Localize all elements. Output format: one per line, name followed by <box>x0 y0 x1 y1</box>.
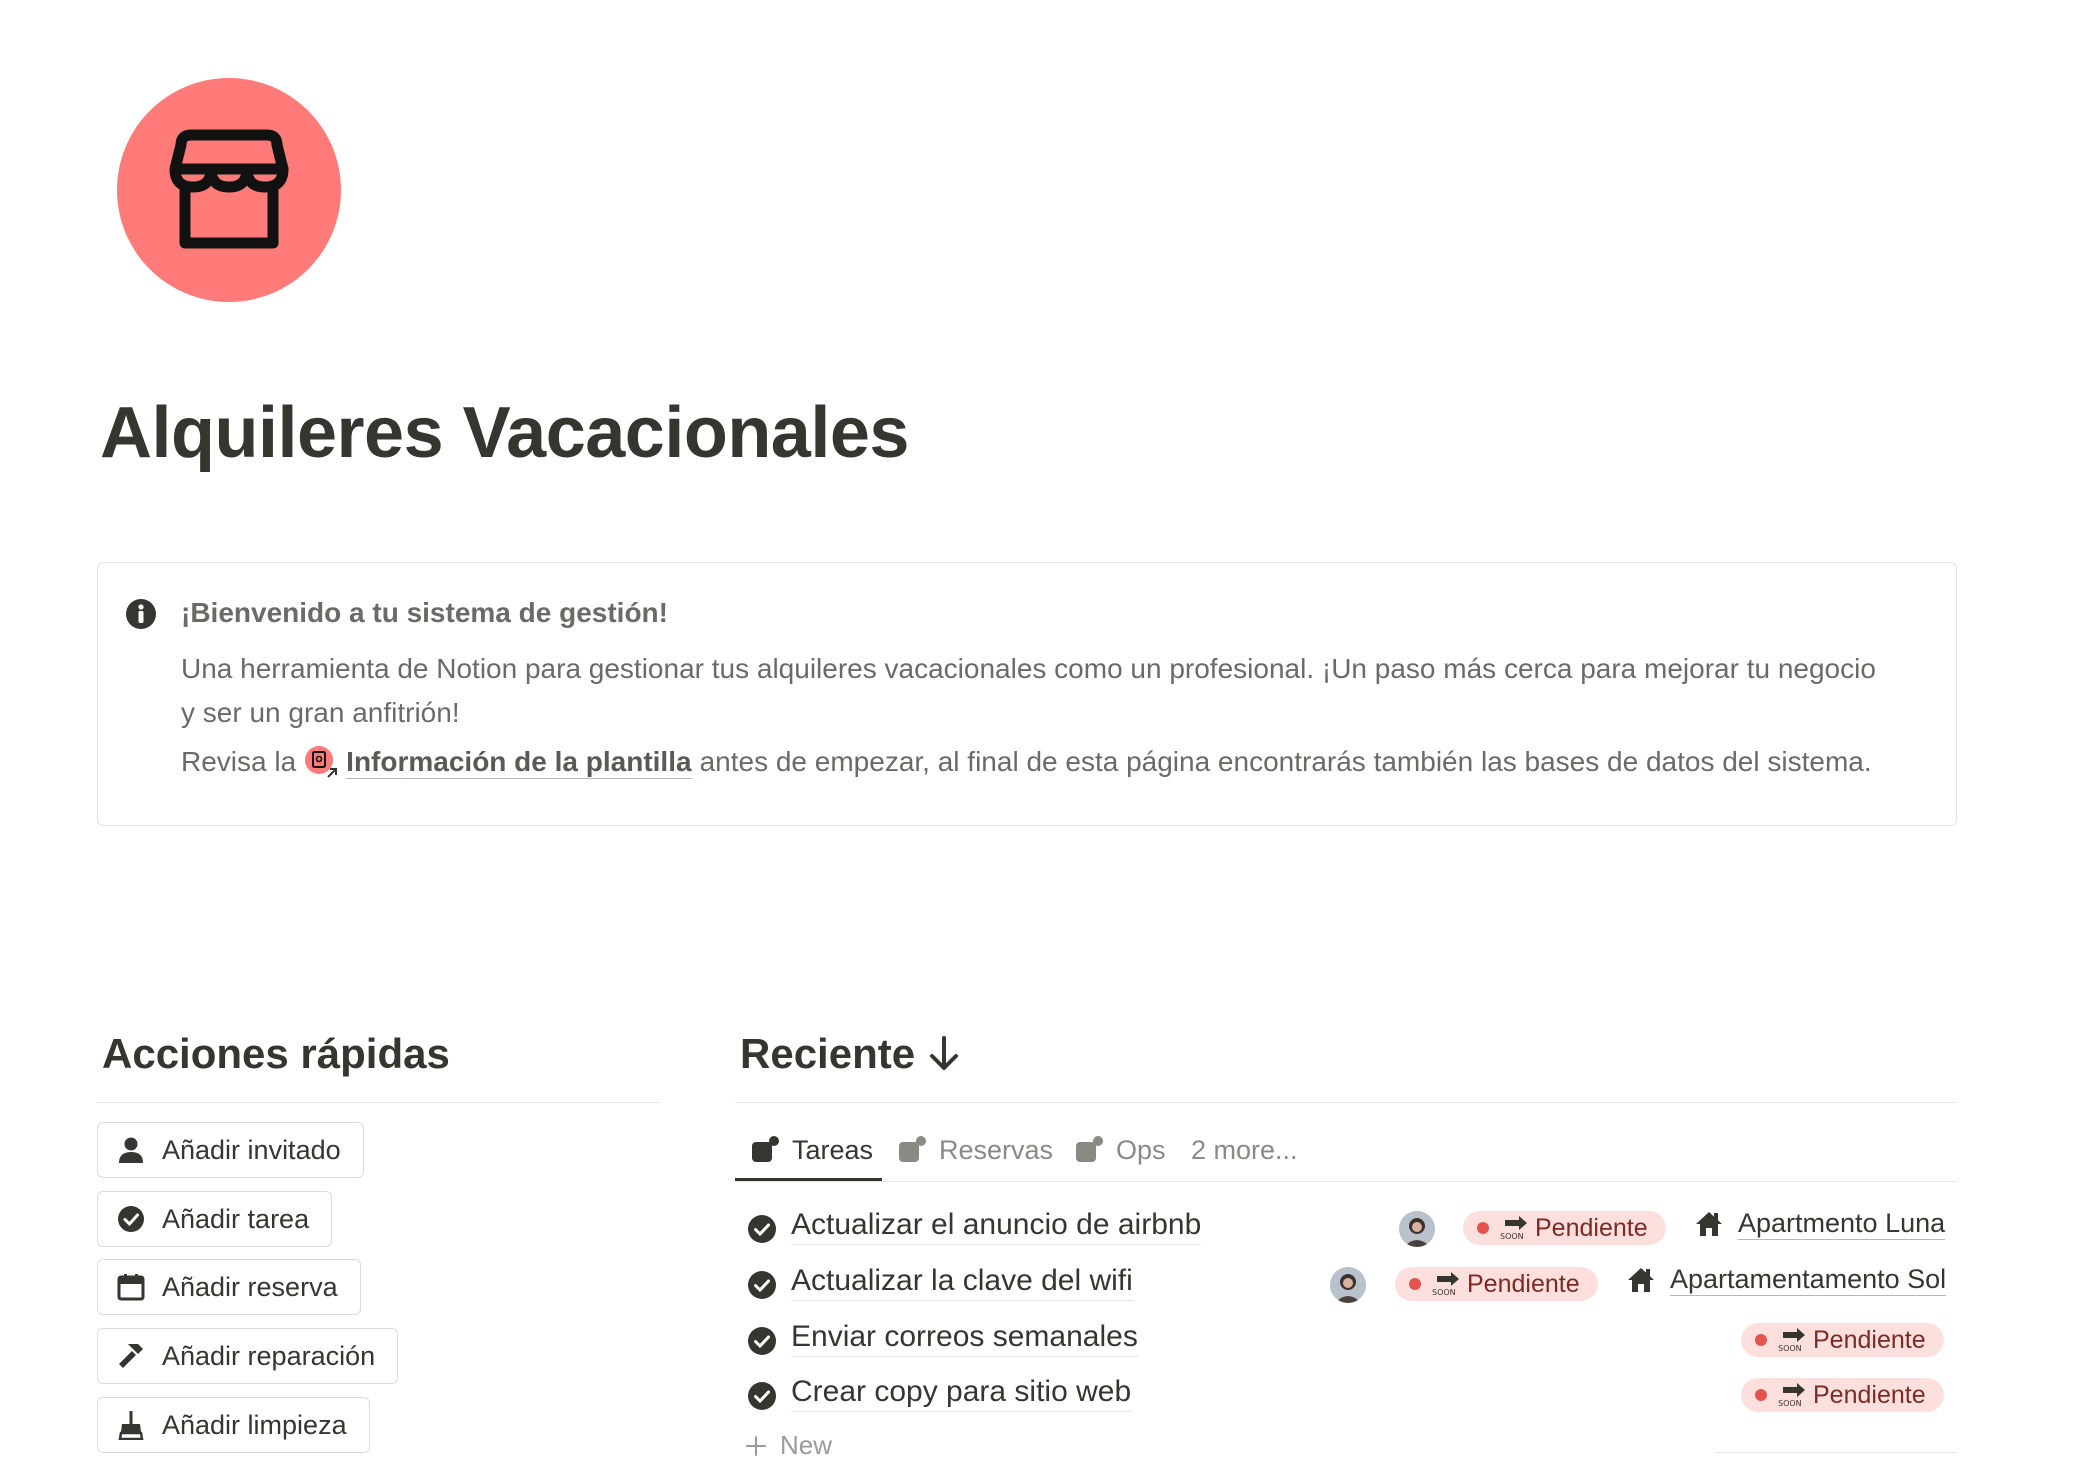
quick-actions-heading: Acciones rápidas <box>102 1030 450 1077</box>
check-circle-icon <box>748 1271 776 1299</box>
database-view-icon <box>897 1135 927 1165</box>
tab-tareas[interactable]: Tareas <box>750 1130 873 1170</box>
property-label: Apartamentamento Sol <box>1670 1264 1947 1296</box>
welcome-callout: ¡Bienvenido a tu sistema de gestión! Una… <box>97 562 1957 826</box>
house-icon <box>1696 1212 1722 1236</box>
add-guest-label: Añadir invitado <box>162 1134 341 1165</box>
tab-ops-label: Ops <box>1116 1134 1166 1165</box>
info-icon <box>126 599 156 629</box>
status-label: Pendiente <box>1813 1380 1926 1409</box>
add-repair-label: Añadir reparación <box>162 1340 376 1371</box>
new-row-label: New <box>780 1430 833 1460</box>
callout-note-suffix: antes de empezar, al final de esta págin… <box>699 746 1872 777</box>
table-footer-divider <box>1715 1452 1957 1453</box>
new-row-button[interactable]: New <box>744 1430 832 1461</box>
check-circle-icon <box>748 1327 776 1355</box>
quick-actions-divider <box>97 1102 659 1103</box>
page-title: Alquileres Vacacionales <box>100 393 909 473</box>
database-view-icon <box>750 1135 780 1165</box>
avatar <box>1330 1267 1366 1303</box>
task-title[interactable]: Actualizar el anuncio de airbnb <box>791 1208 1202 1245</box>
callout-body: Una herramienta de Notion para gestionar… <box>181 653 1876 728</box>
status-dot <box>1755 1389 1767 1401</box>
property-link[interactable]: Apartmento Luna <box>1694 1208 1946 1240</box>
hammer-icon <box>116 1341 146 1371</box>
svg-text:SOON: SOON <box>1500 1232 1524 1241</box>
status-dot <box>1409 1278 1421 1290</box>
task-title[interactable]: Crear copy para sitio web <box>791 1375 1132 1412</box>
status-label: Pendiente <box>1535 1213 1648 1242</box>
status-badge: SOON Pendiente <box>1741 1323 1944 1357</box>
house-icon <box>1628 1268 1654 1292</box>
status-label: Pendiente <box>1467 1269 1580 1298</box>
add-task-button[interactable]: Añadir tarea <box>97 1191 333 1247</box>
add-repair-button[interactable]: Añadir reparación <box>97 1328 399 1384</box>
svg-text:SOON: SOON <box>1778 1344 1802 1353</box>
status-badge: SOON Pendiente <box>1741 1378 1944 1412</box>
soon-icon: SOON <box>1431 1271 1461 1297</box>
status-badge: SOON Pendiente <box>1395 1267 1598 1301</box>
recent-divider <box>735 1102 1957 1103</box>
add-booking-button[interactable]: Añadir reserva <box>97 1259 361 1315</box>
tab-tareas-label: Tareas <box>792 1134 874 1165</box>
callout-note: Revisa la Información de la plantilla an… <box>181 745 1872 779</box>
recent-heading-label: Reciente <box>740 1030 916 1077</box>
template-info-link[interactable]: Información de la plantilla <box>346 746 692 779</box>
status-dot <box>1477 1222 1489 1234</box>
tabs-divider <box>735 1181 1957 1182</box>
tab-more-label: 2 more... <box>1191 1134 1298 1165</box>
task-title[interactable]: Actualizar la clave del wifi <box>791 1264 1133 1301</box>
add-cleaning-label: Añadir limpieza <box>162 1409 347 1440</box>
soon-icon: SOON <box>1777 1327 1807 1353</box>
arrow-down-icon <box>930 1036 959 1070</box>
tab-reservas-label: Reservas <box>939 1134 1054 1165</box>
soon-icon: SOON <box>1777 1382 1807 1408</box>
document-link-icon <box>304 745 338 779</box>
svg-text:SOON: SOON <box>1778 1399 1802 1408</box>
status-label: Pendiente <box>1813 1325 1926 1354</box>
tab-reservas[interactable]: Reservas <box>897 1130 1053 1170</box>
property-link[interactable]: Apartamentamento Sol <box>1626 1264 1947 1296</box>
callout-note-prefix: Revisa la <box>181 746 297 777</box>
tab-ops[interactable]: Ops <box>1074 1130 1166 1170</box>
page-icon[interactable] <box>117 78 341 302</box>
avatar <box>1399 1211 1435 1247</box>
calendar-icon <box>116 1272 146 1302</box>
check-circle-icon <box>748 1215 776 1243</box>
add-guest-button[interactable]: Añadir invitado <box>97 1122 364 1178</box>
status-dot <box>1755 1334 1767 1346</box>
check-circle-icon <box>748 1382 776 1410</box>
storefront-icon <box>169 129 289 249</box>
callout-title: ¡Bienvenido a tu sistema de gestión! <box>181 597 668 628</box>
property-label: Apartmento Luna <box>1738 1208 1946 1240</box>
add-task-label: Añadir tarea <box>162 1203 310 1234</box>
soon-icon: SOON <box>1499 1215 1529 1241</box>
add-booking-label: Añadir reserva <box>162 1271 338 1302</box>
tab-more[interactable]: 2 more... <box>1191 1130 1298 1170</box>
plus-icon <box>746 1435 766 1456</box>
task-title[interactable]: Enviar correos semanales <box>791 1320 1138 1357</box>
svg-text:SOON: SOON <box>1432 1288 1456 1297</box>
person-icon <box>116 1135 146 1165</box>
add-cleaning-button[interactable]: Añadir limpieza <box>97 1397 370 1453</box>
database-view-icon <box>1074 1135 1104 1165</box>
recent-heading: Reciente <box>740 1030 961 1078</box>
broom-icon <box>116 1410 146 1440</box>
status-badge: SOON Pendiente <box>1463 1211 1666 1245</box>
check-circle-icon <box>116 1204 146 1234</box>
